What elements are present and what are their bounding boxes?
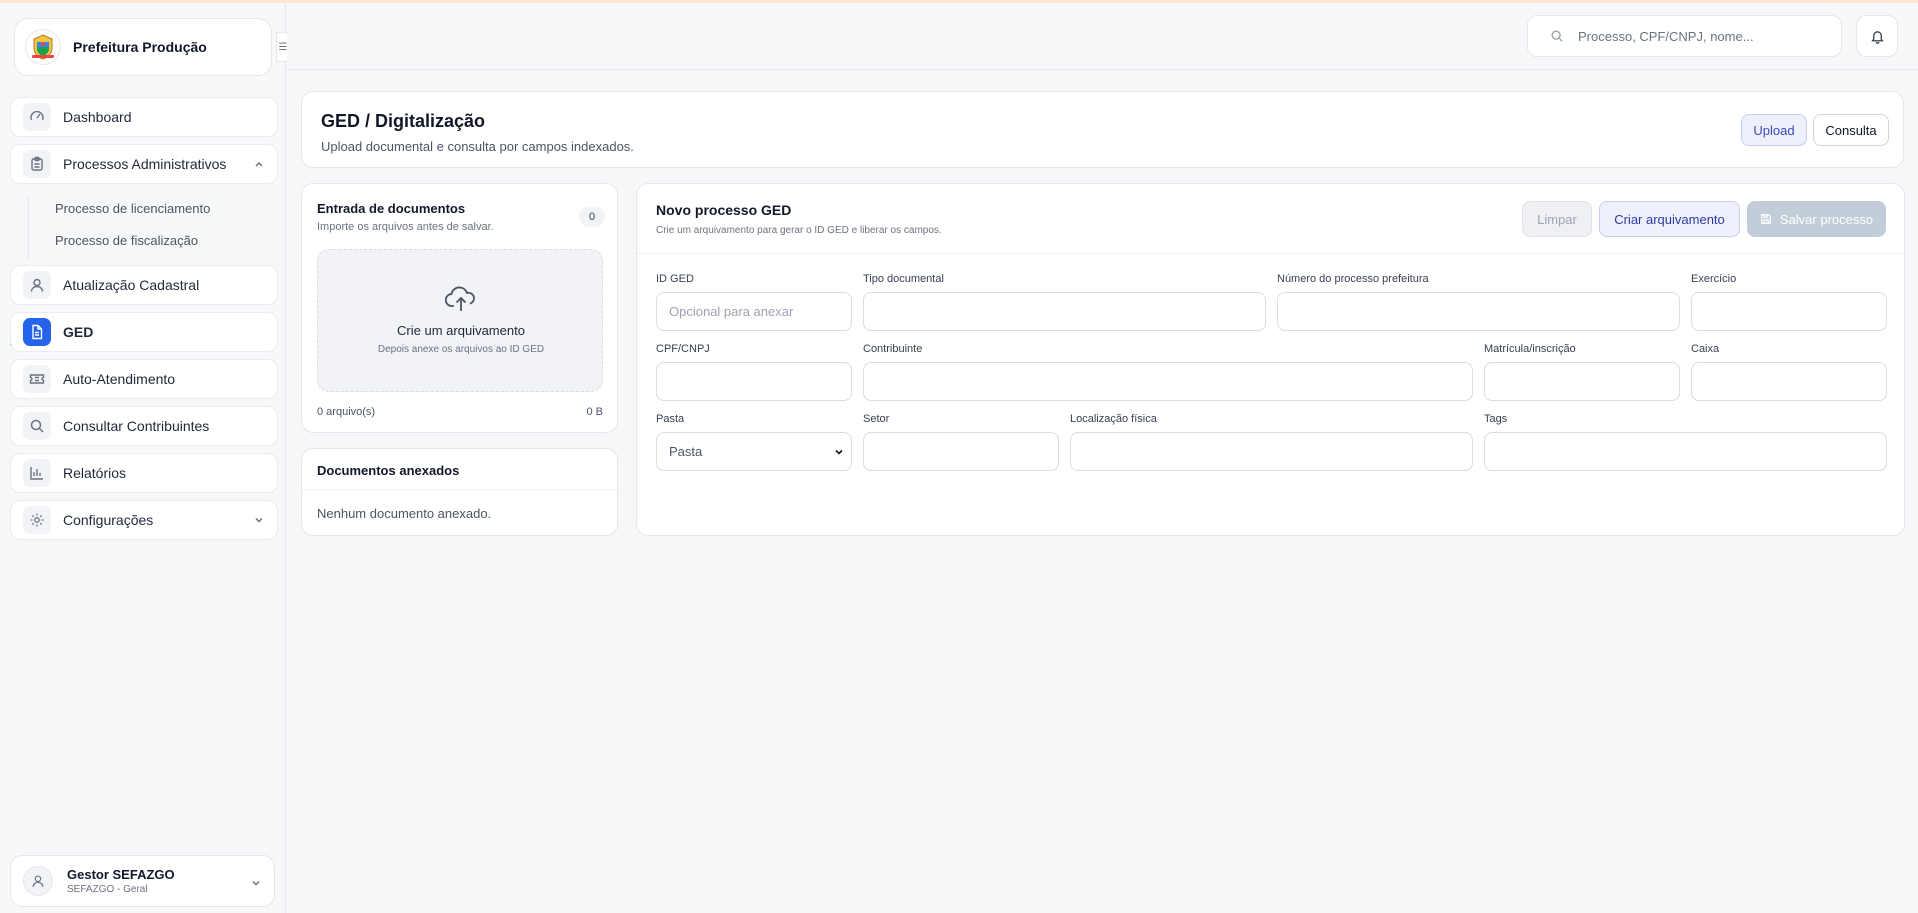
tipo-documental-input[interactable] — [863, 292, 1266, 331]
new-process-form: Novo processo GED Crie um arquivamento p… — [636, 183, 1905, 536]
sidebar-item-consultar[interactable]: Consultar Contribuintes — [10, 406, 278, 446]
sidebar-item-label: Dashboard — [63, 109, 132, 125]
form-subtitle: Crie um arquivamento para gerar o ID GED… — [656, 225, 942, 236]
save-process-label: Salvar processo — [1779, 211, 1874, 227]
user-icon — [23, 271, 51, 299]
divider — [302, 489, 617, 490]
brand-card[interactable]: Prefeitura Produção — [14, 18, 272, 76]
sidebar-item-label: Auto-Atendimento — [63, 371, 176, 387]
sidebar-item-label: Consultar Contribuintes — [63, 418, 210, 434]
label-tipo-documental: Tipo documental — [863, 273, 944, 285]
subitem-licenciamento[interactable]: Processo de licenciamento — [55, 201, 210, 216]
divider — [637, 253, 1904, 254]
caixa-input[interactable] — [1691, 362, 1887, 401]
setor-input[interactable] — [863, 432, 1059, 471]
sidebar-item-relatorios[interactable]: Relatórios — [10, 453, 278, 493]
search-placeholder: Processo, CPF/CNPJ, nome... — [1578, 28, 1754, 44]
sidebar-item-label: GED — [63, 324, 94, 340]
sidebar-item-atualizacao[interactable]: Atualização Cadastral — [10, 265, 278, 305]
chevron-up-icon — [253, 157, 265, 175]
sidebar: Prefeitura Produção ☰ Dashboard Processo… — [0, 3, 290, 913]
label-exercicio: Exercício — [1691, 273, 1737, 285]
contribuinte-input[interactable] — [863, 362, 1473, 401]
label-caixa: Caixa — [1691, 343, 1720, 355]
sidebar-item-label: Atualização Cadastral — [63, 277, 200, 293]
label-cpf-cnpj: CPF/CNPJ — [656, 343, 710, 355]
sidebar-item-label: Configurações — [63, 512, 154, 528]
search-icon — [1550, 29, 1564, 43]
form-title: Novo processo GED — [656, 202, 792, 218]
total-size: 0 B — [586, 406, 603, 418]
label-tags: Tags — [1484, 413, 1508, 425]
page-title: GED / Digitalização — [321, 111, 486, 131]
consulta-tab-button[interactable]: Consulta — [1813, 114, 1889, 146]
page-subtitle: Upload documental e consulta por campos … — [321, 139, 634, 154]
tags-input[interactable] — [1484, 432, 1887, 471]
files-count: 0 arquivo(s) — [317, 406, 376, 418]
sidebar-item-auto-atendimento[interactable]: Auto-Atendimento — [10, 359, 278, 399]
intake-title: Entrada de documentos — [317, 201, 466, 216]
clear-button[interactable]: Limpar — [1522, 201, 1592, 237]
pasta-select[interactable]: Pasta — [656, 432, 852, 471]
sidebar-item-dashboard[interactable]: Dashboard — [10, 97, 278, 137]
attached-documents-card: Documentos anexados Nenhum documento ane… — [301, 448, 618, 536]
gauge-icon — [23, 103, 51, 131]
ticket-icon — [23, 365, 51, 393]
page-header: GED / Digitalização Upload documental e … — [301, 91, 1904, 168]
processos-submenu: Processo de licenciamento Processo de fi… — [28, 195, 268, 261]
intake-subtitle: Importe os arquivos antes de salvar. — [317, 221, 494, 233]
user-name: Gestor SEFAZGO — [67, 867, 175, 882]
chevron-down-icon — [250, 876, 262, 894]
brand-name: Prefeitura Produção — [73, 39, 207, 55]
dropzone-subtitle: Depois anexe os arquivos ao ID GED — [377, 344, 545, 355]
search-input[interactable]: Processo, CPF/CNPJ, nome... — [1527, 15, 1842, 57]
label-id-ged: ID GED — [656, 273, 694, 285]
save-icon — [1760, 213, 1772, 225]
dropzone-title: Crie um arquivamento — [397, 323, 525, 338]
bar-chart-icon — [23, 459, 51, 487]
label-localizacao: Localização física — [1070, 413, 1157, 425]
cpf-cnpj-input[interactable] — [656, 362, 852, 401]
label-contribuinte: Contribuinte — [863, 343, 923, 355]
sidebar-item-ged[interactable]: GED — [10, 312, 278, 352]
localizacao-input[interactable] — [1070, 432, 1473, 471]
create-archive-button[interactable]: Criar arquivamento — [1599, 201, 1740, 237]
chevron-down-icon — [833, 446, 845, 461]
sidebar-item-configuracoes[interactable]: Configurações — [10, 500, 278, 540]
attached-title: Documentos anexados — [317, 463, 460, 478]
clipboard-icon — [23, 150, 51, 178]
label-pasta: Pasta — [656, 413, 685, 425]
sidebar-item-label: Processos Administrativos — [63, 156, 227, 172]
city-crest-logo — [25, 29, 61, 65]
file-count-badge: 0 — [579, 207, 605, 227]
save-process-button[interactable]: Salvar processo — [1747, 201, 1886, 237]
matricula-input[interactable] — [1484, 362, 1680, 401]
bell-icon — [1870, 29, 1885, 44]
document-icon — [23, 318, 51, 346]
label-setor: Setor — [863, 413, 890, 425]
id-ged-placeholder: Opcional para anexar — [669, 304, 794, 319]
sidebar-item-label: Relatórios — [63, 465, 127, 481]
notifications-button[interactable] — [1856, 15, 1898, 57]
id-ged-input[interactable]: Opcional para anexar — [656, 292, 852, 331]
user-menu[interactable]: Gestor SEFAZGO SEFAZGO - Geral — [10, 855, 275, 907]
label-matricula: Matrícula/inscrição — [1484, 343, 1576, 355]
cloud-upload-icon — [444, 285, 477, 318]
numero-processo-input[interactable] — [1277, 292, 1680, 331]
pasta-selected-value: Pasta — [669, 444, 703, 459]
gear-icon — [23, 506, 51, 534]
sidebar-item-processos[interactable]: Processos Administrativos — [10, 144, 278, 184]
upload-dropzone[interactable]: Crie um arquivamento Depois anexe os arq… — [317, 249, 603, 392]
chevron-down-icon — [253, 513, 265, 531]
document-intake-card: Entrada de documentos Importe os arquivo… — [301, 183, 618, 433]
subitem-fiscalizacao[interactable]: Processo de fiscalização — [55, 233, 198, 248]
avatar — [23, 866, 53, 896]
search-icon — [23, 412, 51, 440]
label-numero-processo: Número do processo prefeitura — [1277, 273, 1429, 285]
upload-tab-button[interactable]: Upload — [1741, 114, 1807, 146]
user-org: SEFAZGO - Geral — [67, 884, 148, 895]
attached-empty-message: Nenhum documento anexado. — [317, 506, 492, 521]
exercicio-input[interactable] — [1691, 292, 1887, 331]
